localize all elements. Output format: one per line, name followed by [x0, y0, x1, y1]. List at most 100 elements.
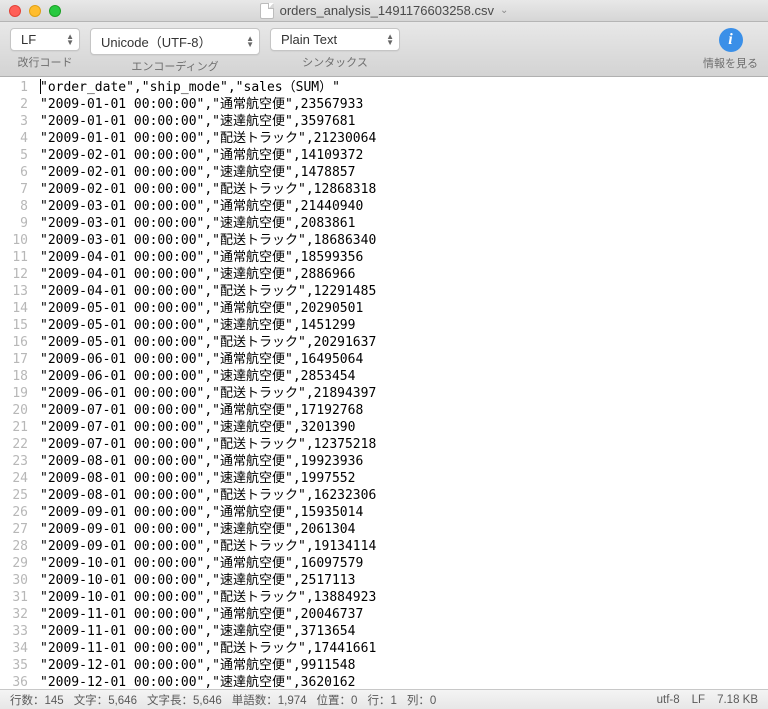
code-line[interactable]: "2009-03-01 00:00:00","通常航空便",21440940: [40, 198, 768, 215]
code-line[interactable]: "2009-07-01 00:00:00","配送トラック",12375218: [40, 436, 768, 453]
code-line[interactable]: "2009-04-01 00:00:00","速達航空便",2886966: [40, 266, 768, 283]
code-line[interactable]: "2009-06-01 00:00:00","配送トラック",21894397: [40, 385, 768, 402]
line-number: 21: [0, 419, 28, 436]
syntax-group: Plain Text ▲▼ シンタックス: [270, 28, 400, 70]
line-number: 36: [0, 674, 28, 689]
code-line[interactable]: "2009-09-01 00:00:00","通常航空便",15935014: [40, 504, 768, 521]
status-line: 行：1: [367, 692, 396, 708]
line-number: 5: [0, 147, 28, 164]
code-line[interactable]: "2009-09-01 00:00:00","配送トラック",19134114: [40, 538, 768, 555]
minimize-icon[interactable]: [29, 5, 41, 17]
info-group: i 情報を見る: [703, 28, 758, 71]
code-line[interactable]: "order_date","ship_mode","sales（SUM）": [40, 79, 768, 96]
code-line[interactable]: "2009-02-01 00:00:00","通常航空便",14109372: [40, 147, 768, 164]
line-number: 18: [0, 368, 28, 385]
line-number: 11: [0, 249, 28, 266]
line-number: 33: [0, 623, 28, 640]
syntax-label: シンタックス: [302, 54, 368, 70]
line-number: 13: [0, 283, 28, 300]
chevron-down-icon: ⌄: [500, 5, 508, 16]
code-line[interactable]: "2009-01-01 00:00:00","通常航空便",23567933: [40, 96, 768, 113]
status-size: 7.18 KB: [717, 694, 758, 706]
code-line[interactable]: "2009-04-01 00:00:00","配送トラック",12291485: [40, 283, 768, 300]
code-line[interactable]: "2009-01-01 00:00:00","配送トラック",21230064: [40, 130, 768, 147]
document-icon: [260, 3, 274, 19]
line-number: 12: [0, 266, 28, 283]
code-line[interactable]: "2009-12-01 00:00:00","速達航空便",3620162: [40, 674, 768, 689]
code-line[interactable]: "2009-02-01 00:00:00","配送トラック",12868318: [40, 181, 768, 198]
line-number: 27: [0, 521, 28, 538]
code-line[interactable]: "2009-06-01 00:00:00","通常航空便",16495064: [40, 351, 768, 368]
line-number: 10: [0, 232, 28, 249]
line-number: 24: [0, 470, 28, 487]
line-number: 23: [0, 453, 28, 470]
code-line[interactable]: "2009-10-01 00:00:00","配送トラック",13884923: [40, 589, 768, 606]
text-cursor: [40, 79, 41, 94]
encoding-group: Unicode（UTF-8） ▲▼ エンコーディング: [90, 28, 260, 74]
code-line[interactable]: "2009-04-01 00:00:00","通常航空便",18599356: [40, 249, 768, 266]
line-number: 8: [0, 198, 28, 215]
line-ending-label: 改行コード: [18, 54, 73, 70]
code-line[interactable]: "2009-11-01 00:00:00","速達航空便",3713654: [40, 623, 768, 640]
line-number: 25: [0, 487, 28, 504]
code-line[interactable]: "2009-05-01 00:00:00","通常航空便",20290501: [40, 300, 768, 317]
line-number: 19: [0, 385, 28, 402]
toolbar: LF ▲▼ 改行コード Unicode（UTF-8） ▲▼ エンコーディング P…: [0, 22, 768, 77]
updown-icon: ▲▼: [66, 34, 74, 46]
window-controls: [0, 5, 61, 17]
code-line[interactable]: "2009-07-01 00:00:00","速達航空便",3201390: [40, 419, 768, 436]
editor[interactable]: 1234567891011121314151617181920212223242…: [0, 77, 768, 689]
line-number: 4: [0, 130, 28, 147]
code-line[interactable]: "2009-11-01 00:00:00","配送トラック",17441661: [40, 640, 768, 657]
code-line[interactable]: "2009-08-01 00:00:00","速達航空便",1997552: [40, 470, 768, 487]
code-line[interactable]: "2009-01-01 00:00:00","速達航空便",3597681: [40, 113, 768, 130]
syntax-value: Plain Text: [281, 32, 337, 47]
syntax-select[interactable]: Plain Text ▲▼: [270, 28, 400, 51]
code-line[interactable]: "2009-05-01 00:00:00","速達航空便",1451299: [40, 317, 768, 334]
line-number: 1: [0, 79, 28, 96]
encoding-value: Unicode（UTF-8）: [101, 35, 212, 50]
status-lines: 行数：145: [10, 692, 64, 708]
code-line[interactable]: "2009-07-01 00:00:00","通常航空便",17192768: [40, 402, 768, 419]
info-label: 情報を見る: [703, 55, 758, 71]
titlebar: orders_analysis_1491176603258.csv ⌄: [0, 0, 768, 22]
code-line[interactable]: "2009-03-01 00:00:00","速達航空便",2083861: [40, 215, 768, 232]
statusbar: 行数：145 文字：5,646 文字長：5,646 単語数：1,974 位置：0…: [0, 689, 768, 709]
code-line[interactable]: "2009-11-01 00:00:00","通常航空便",20046737: [40, 606, 768, 623]
line-ending-select[interactable]: LF ▲▼: [10, 28, 80, 51]
line-number: 17: [0, 351, 28, 368]
line-number: 28: [0, 538, 28, 555]
code-line[interactable]: "2009-08-01 00:00:00","配送トラック",16232306: [40, 487, 768, 504]
code-line[interactable]: "2009-10-01 00:00:00","速達航空便",2517113: [40, 572, 768, 589]
line-number: 6: [0, 164, 28, 181]
maximize-icon[interactable]: [49, 5, 61, 17]
line-number: 30: [0, 572, 28, 589]
line-number: 20: [0, 402, 28, 419]
info-icon[interactable]: i: [719, 28, 743, 52]
code-line[interactable]: "2009-12-01 00:00:00","通常航空便",9911548: [40, 657, 768, 674]
line-number: 16: [0, 334, 28, 351]
code-line[interactable]: "2009-06-01 00:00:00","速達航空便",2853454: [40, 368, 768, 385]
code-line[interactable]: "2009-05-01 00:00:00","配送トラック",20291637: [40, 334, 768, 351]
line-number: 7: [0, 181, 28, 198]
status-pos: 位置：0: [317, 692, 358, 708]
code-line[interactable]: "2009-03-01 00:00:00","配送トラック",18686340: [40, 232, 768, 249]
window-title: orders_analysis_1491176603258.csv ⌄: [0, 3, 768, 19]
encoding-label: エンコーディング: [131, 58, 218, 74]
line-number-gutter: 1234567891011121314151617181920212223242…: [0, 77, 36, 689]
updown-icon: ▲▼: [246, 36, 254, 48]
code-line[interactable]: "2009-10-01 00:00:00","通常航空便",16097579: [40, 555, 768, 572]
code-line[interactable]: "2009-08-01 00:00:00","通常航空便",19923936: [40, 453, 768, 470]
status-words: 単語数：1,974: [232, 692, 307, 708]
line-number: 2: [0, 96, 28, 113]
code-line[interactable]: "2009-09-01 00:00:00","速達航空便",2061304: [40, 521, 768, 538]
line-number: 29: [0, 555, 28, 572]
code-line[interactable]: "2009-02-01 00:00:00","速達航空便",1478857: [40, 164, 768, 181]
line-number: 15: [0, 317, 28, 334]
close-icon[interactable]: [9, 5, 21, 17]
line-number: 35: [0, 657, 28, 674]
code-area[interactable]: "order_date","ship_mode","sales（SUM）""20…: [36, 77, 768, 689]
line-ending-group: LF ▲▼ 改行コード: [10, 28, 80, 70]
line-number: 9: [0, 215, 28, 232]
encoding-select[interactable]: Unicode（UTF-8） ▲▼: [90, 28, 260, 55]
